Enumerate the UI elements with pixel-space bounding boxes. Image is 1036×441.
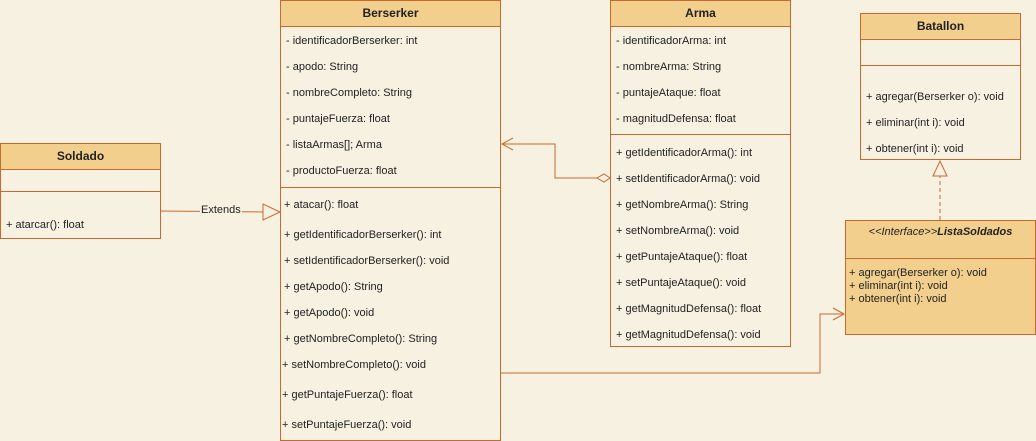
attribute-row: - magnitudDefensa: float — [616, 113, 736, 125]
class-separator — [846, 258, 1035, 259]
class-separator — [861, 65, 1020, 66]
aggregation-edge — [500, 137, 611, 183]
method-row: + eliminar(int i): void — [866, 117, 965, 129]
method-row: + setNombreCompleto(): void — [282, 359, 426, 371]
attribute-row: - puntajeAtaque: float — [616, 87, 721, 99]
attribute-row: - listaArmas[]; Arma — [286, 139, 382, 151]
attribute-row: - identificadorArma: int — [616, 35, 727, 47]
attribute-row: - nombreCompleto: String — [286, 87, 412, 99]
method-row: + setNombreArma(): void — [616, 225, 740, 237]
attribute-row: - puntajeFuerza: float — [286, 113, 390, 125]
method-row: + getPuntajeFuerza(): float — [282, 389, 413, 401]
method-row: + obtener(int i): void — [849, 293, 947, 305]
class-arma[interactable]: Arma - identificadorArma: int - nombreAr… — [610, 0, 791, 347]
class-separator — [281, 187, 500, 188]
method-row: + atarcar(): float — [6, 219, 84, 231]
realization-edge — [932, 159, 948, 220]
extends-label: Extends — [200, 204, 242, 216]
method-row: + getMagnitudDefensa(): float — [616, 303, 762, 315]
interface-title: <<Interface>>ListaSoldados — [846, 221, 1035, 238]
class-soldado[interactable]: Soldado + atarcar(): float — [0, 143, 161, 239]
method-row: + getNombreCompleto(): String — [284, 333, 438, 345]
method-row: + setIdentificadorArma(): void — [616, 173, 760, 185]
method-row: + getApodo(): void — [284, 307, 375, 319]
class-separator — [1, 191, 160, 192]
class-arma-title: Arma — [611, 1, 790, 27]
class-separator — [611, 134, 790, 135]
method-row: + getApodo(): String — [284, 281, 383, 293]
method-row: + getIdentificadorBerserker(): int — [284, 229, 442, 241]
attribute-row: - identificadorBerserker: int — [286, 35, 418, 47]
interface-stereotype: <<Interface>> — [868, 226, 938, 238]
class-batallon[interactable]: Batallon + agregar(Berserker o): void + … — [860, 13, 1021, 160]
class-soldado-title: Soldado — [1, 144, 160, 170]
method-row: + getIdentificadorArma(): int — [616, 147, 753, 159]
method-row: + agregar(Berserker o): void — [849, 267, 987, 279]
method-row: + atacar(): float — [284, 199, 359, 211]
method-row: + setIdentificadorBerserker(): void — [284, 255, 450, 267]
attribute-row: - apodo: String — [286, 61, 359, 73]
method-row: + setPuntajeFuerza(): void — [282, 419, 412, 431]
method-row: + agregar(Berserker o): void — [866, 91, 1004, 103]
method-row: + setPuntajeAtaque(): void — [616, 277, 746, 289]
attribute-row: - productoFuerza: float — [286, 165, 397, 177]
method-row: + getNombreArma(): String — [616, 199, 749, 211]
interface-lista-soldados[interactable]: <<Interface>>ListaSoldados + agregar(Ber… — [845, 220, 1036, 335]
method-row: + eliminar(int i): void — [849, 280, 948, 292]
method-row: + getPuntajeAtaque(): float — [616, 251, 748, 263]
class-berserker-title: Berserker — [281, 1, 500, 27]
method-row: + obtener(int i): void — [866, 143, 964, 155]
attribute-row: - nombreArma: String — [616, 61, 722, 73]
interface-name: ListaSoldados — [937, 226, 1013, 238]
method-row: + getMagnitudDefensa(): void — [616, 329, 761, 341]
class-berserker[interactable]: Berserker - identificadorBerserker: int … — [280, 0, 501, 441]
class-batallon-title: Batallon — [861, 14, 1020, 40]
